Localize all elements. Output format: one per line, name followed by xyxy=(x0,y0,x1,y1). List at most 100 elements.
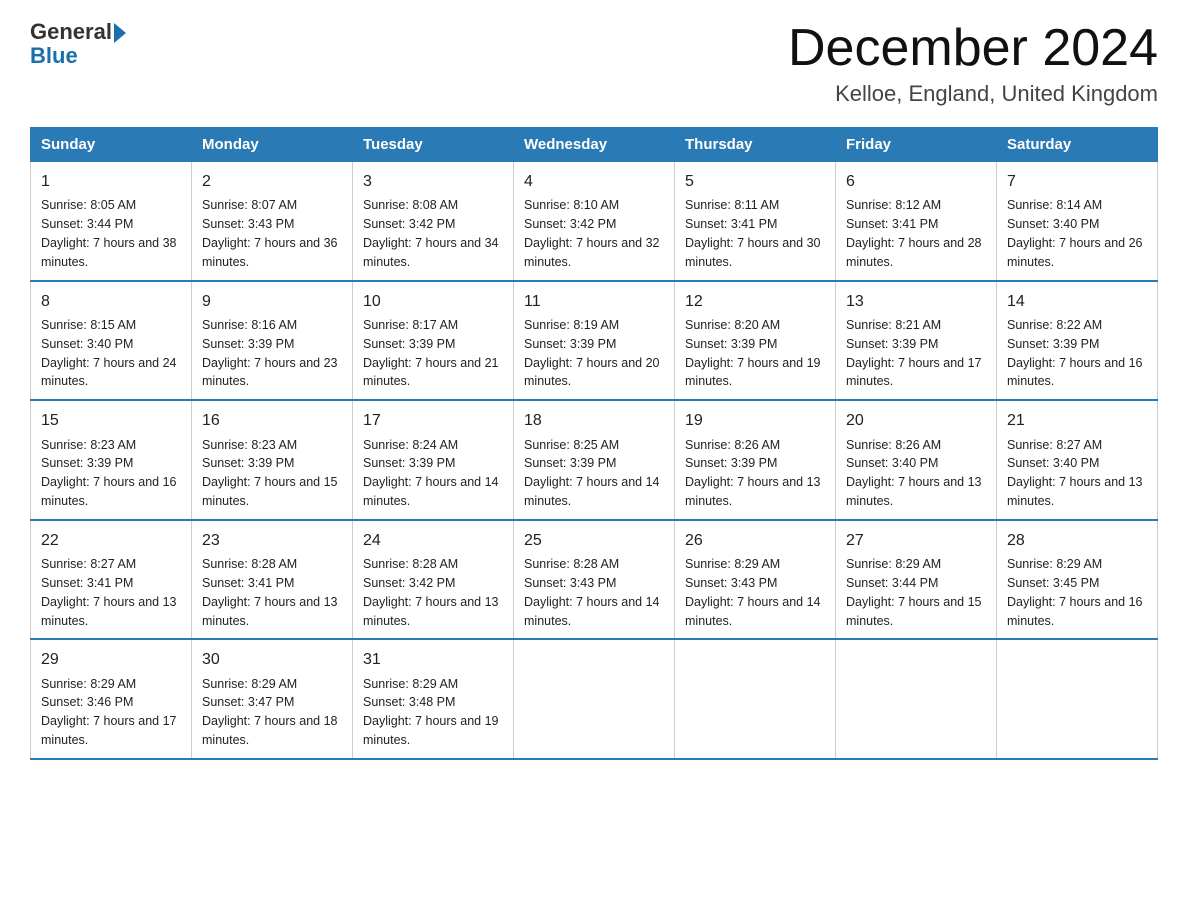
calendar-week-row: 22Sunrise: 8:27 AMSunset: 3:41 PMDayligh… xyxy=(31,520,1158,640)
month-title: December 2024 xyxy=(788,20,1158,77)
day-info: Sunrise: 8:28 AMSunset: 3:41 PMDaylight:… xyxy=(202,557,338,628)
calendar-day-cell: 9 Sunrise: 8:16 AMSunset: 3:39 PMDaylight… xyxy=(192,281,353,401)
calendar-day-cell: 31Sunrise: 8:29 AMSunset: 3:48 PMDayligh… xyxy=(353,639,514,759)
day-number: 19 xyxy=(685,409,825,432)
calendar-day-cell: 20 Sunrise: 8:26 AMSunset: 3:40 PMDayligh… xyxy=(836,400,997,520)
day-number: 23 xyxy=(202,529,342,552)
calendar-week-row: 1 Sunrise: 8:05 AMSunset: 3:44 PMDaylight… xyxy=(31,162,1158,281)
col-header-sunday: Sunday xyxy=(31,128,192,162)
calendar-day-cell: 19Sunrise: 8:26 AMSunset: 3:39 PMDayligh… xyxy=(675,400,836,520)
calendar-week-row: 8Sunrise: 8:15 AMSunset: 3:40 PMDaylight… xyxy=(31,281,1158,401)
title-section: December 2024 Kelloe, England, United Ki… xyxy=(788,20,1158,107)
day-info: Sunrise: 8:16 AMSunset: 3:39 PMDaylight:… xyxy=(202,318,338,389)
day-number: 16 xyxy=(202,409,342,432)
calendar-day-cell xyxy=(836,639,997,759)
calendar-day-cell: 25 Sunrise: 8:28 AMSunset: 3:43 PMDayligh… xyxy=(514,520,675,640)
day-number: 12 xyxy=(685,290,825,313)
calendar-day-cell xyxy=(997,639,1158,759)
calendar-day-cell: 24Sunrise: 8:28 AMSunset: 3:42 PMDayligh… xyxy=(353,520,514,640)
calendar-table: SundayMondayTuesdayWednesdayThursdayFrid… xyxy=(30,127,1158,760)
calendar-day-cell xyxy=(514,639,675,759)
logo: General Blue xyxy=(30,20,126,68)
calendar-day-cell: 11Sunrise: 8:19 AMSunset: 3:39 PMDayligh… xyxy=(514,281,675,401)
day-info: Sunrise: 8:27 AMSunset: 3:41 PMDaylight:… xyxy=(41,557,177,628)
day-number: 31 xyxy=(363,648,503,671)
col-header-saturday: Saturday xyxy=(997,128,1158,162)
day-info: Sunrise: 8:28 AMSunset: 3:43 PMDaylight:… xyxy=(524,557,660,628)
day-info: Sunrise: 8:10 AMSunset: 3:42 PMDaylight:… xyxy=(524,198,660,269)
day-info: Sunrise: 8:05 AMSunset: 3:44 PMDaylight:… xyxy=(41,198,177,269)
day-info: Sunrise: 8:29 AMSunset: 3:47 PMDaylight:… xyxy=(202,677,338,748)
day-info: Sunrise: 8:24 AMSunset: 3:39 PMDaylight:… xyxy=(363,438,499,509)
col-header-friday: Friday xyxy=(836,128,997,162)
calendar-day-cell: 26 Sunrise: 8:29 AMSunset: 3:43 PMDayligh… xyxy=(675,520,836,640)
day-info: Sunrise: 8:27 AMSunset: 3:40 PMDaylight:… xyxy=(1007,438,1143,509)
day-number: 17 xyxy=(363,409,503,432)
calendar-day-cell: 5Sunrise: 8:11 AMSunset: 3:41 PMDaylight… xyxy=(675,162,836,281)
day-info: Sunrise: 8:08 AMSunset: 3:42 PMDaylight:… xyxy=(363,198,499,269)
calendar-header-row: SundayMondayTuesdayWednesdayThursdayFrid… xyxy=(31,128,1158,162)
logo-blue-text: Blue xyxy=(30,43,78,68)
calendar-day-cell: 22Sunrise: 8:27 AMSunset: 3:41 PMDayligh… xyxy=(31,520,192,640)
calendar-day-cell xyxy=(675,639,836,759)
calendar-day-cell: 27 Sunrise: 8:29 AMSunset: 3:44 PMDayligh… xyxy=(836,520,997,640)
calendar-day-cell: 7 Sunrise: 8:14 AMSunset: 3:40 PMDaylight… xyxy=(997,162,1158,281)
day-number: 13 xyxy=(846,290,986,313)
day-number: 7 xyxy=(1007,170,1147,193)
day-info: Sunrise: 8:29 AMSunset: 3:44 PMDaylight:… xyxy=(846,557,982,628)
calendar-day-cell: 8Sunrise: 8:15 AMSunset: 3:40 PMDaylight… xyxy=(31,281,192,401)
calendar-day-cell: 30 Sunrise: 8:29 AMSunset: 3:47 PMDayligh… xyxy=(192,639,353,759)
day-number: 29 xyxy=(41,648,181,671)
day-number: 10 xyxy=(363,290,503,313)
day-number: 11 xyxy=(524,290,664,313)
calendar-day-cell: 18Sunrise: 8:25 AMSunset: 3:39 PMDayligh… xyxy=(514,400,675,520)
day-info: Sunrise: 8:29 AMSunset: 3:46 PMDaylight:… xyxy=(41,677,177,748)
calendar-day-cell: 12 Sunrise: 8:20 AMSunset: 3:39 PMDayligh… xyxy=(675,281,836,401)
day-number: 15 xyxy=(41,409,181,432)
day-info: Sunrise: 8:17 AMSunset: 3:39 PMDaylight:… xyxy=(363,318,499,389)
day-number: 3 xyxy=(363,170,503,193)
day-number: 26 xyxy=(685,529,825,552)
day-info: Sunrise: 8:29 AMSunset: 3:43 PMDaylight:… xyxy=(685,557,821,628)
day-info: Sunrise: 8:29 AMSunset: 3:45 PMDaylight:… xyxy=(1007,557,1143,628)
day-number: 2 xyxy=(202,170,342,193)
col-header-thursday: Thursday xyxy=(675,128,836,162)
day-info: Sunrise: 8:12 AMSunset: 3:41 PMDaylight:… xyxy=(846,198,982,269)
day-info: Sunrise: 8:23 AMSunset: 3:39 PMDaylight:… xyxy=(41,438,177,509)
page-header: General Blue December 2024 Kelloe, Engla… xyxy=(30,20,1158,107)
calendar-day-cell: 23 Sunrise: 8:28 AMSunset: 3:41 PMDayligh… xyxy=(192,520,353,640)
calendar-day-cell: 4 Sunrise: 8:10 AMSunset: 3:42 PMDaylight… xyxy=(514,162,675,281)
calendar-day-cell: 1 Sunrise: 8:05 AMSunset: 3:44 PMDaylight… xyxy=(31,162,192,281)
day-info: Sunrise: 8:11 AMSunset: 3:41 PMDaylight:… xyxy=(685,198,821,269)
calendar-day-cell: 2 Sunrise: 8:07 AMSunset: 3:43 PMDaylight… xyxy=(192,162,353,281)
col-header-tuesday: Tuesday xyxy=(353,128,514,162)
calendar-day-cell: 15 Sunrise: 8:23 AMSunset: 3:39 PMDayligh… xyxy=(31,400,192,520)
day-info: Sunrise: 8:21 AMSunset: 3:39 PMDaylight:… xyxy=(846,318,982,389)
day-info: Sunrise: 8:07 AMSunset: 3:43 PMDaylight:… xyxy=(202,198,338,269)
day-number: 28 xyxy=(1007,529,1147,552)
calendar-week-row: 29 Sunrise: 8:29 AMSunset: 3:46 PMDayligh… xyxy=(31,639,1158,759)
day-info: Sunrise: 8:20 AMSunset: 3:39 PMDaylight:… xyxy=(685,318,821,389)
day-info: Sunrise: 8:26 AMSunset: 3:40 PMDaylight:… xyxy=(846,438,982,509)
calendar-day-cell: 6 Sunrise: 8:12 AMSunset: 3:41 PMDaylight… xyxy=(836,162,997,281)
day-number: 27 xyxy=(846,529,986,552)
day-info: Sunrise: 8:14 AMSunset: 3:40 PMDaylight:… xyxy=(1007,198,1143,269)
day-number: 4 xyxy=(524,170,664,193)
day-number: 20 xyxy=(846,409,986,432)
day-info: Sunrise: 8:22 AMSunset: 3:39 PMDaylight:… xyxy=(1007,318,1143,389)
logo-general: General xyxy=(30,20,112,44)
day-number: 6 xyxy=(846,170,986,193)
day-info: Sunrise: 8:23 AMSunset: 3:39 PMDaylight:… xyxy=(202,438,338,509)
day-number: 30 xyxy=(202,648,342,671)
day-number: 14 xyxy=(1007,290,1147,313)
day-number: 9 xyxy=(202,290,342,313)
day-number: 21 xyxy=(1007,409,1147,432)
calendar-day-cell: 17 Sunrise: 8:24 AMSunset: 3:39 PMDayligh… xyxy=(353,400,514,520)
day-number: 25 xyxy=(524,529,664,552)
day-info: Sunrise: 8:15 AMSunset: 3:40 PMDaylight:… xyxy=(41,318,177,389)
calendar-day-cell: 13 Sunrise: 8:21 AMSunset: 3:39 PMDayligh… xyxy=(836,281,997,401)
day-number: 1 xyxy=(41,170,181,193)
calendar-week-row: 15 Sunrise: 8:23 AMSunset: 3:39 PMDayligh… xyxy=(31,400,1158,520)
col-header-wednesday: Wednesday xyxy=(514,128,675,162)
day-number: 24 xyxy=(363,529,503,552)
